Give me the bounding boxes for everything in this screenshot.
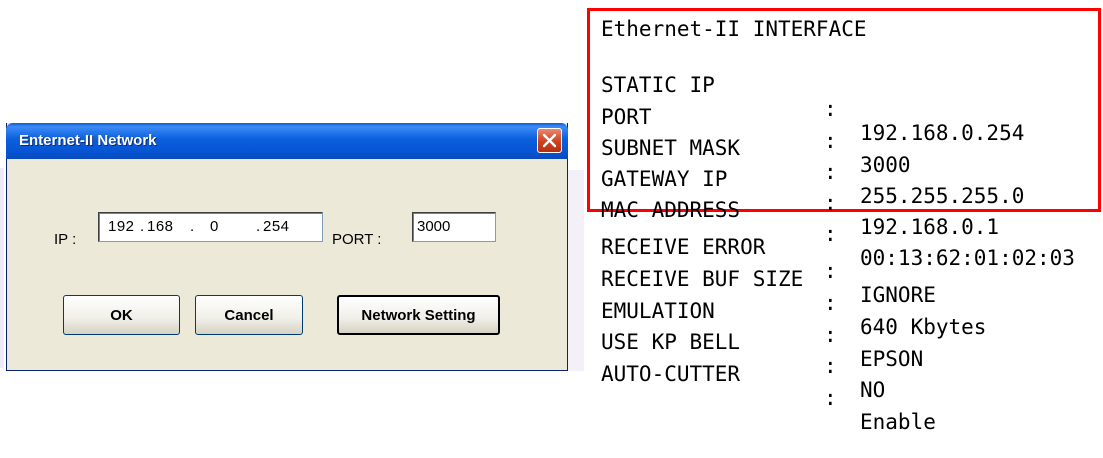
dialog-title: Enternet-II Network [19,132,157,149]
printout-sep: : [824,129,837,153]
printout-sep: : [824,386,837,410]
printout-sep: : [824,222,837,246]
printout-row: AUTO-CUTTER : Enable [601,338,936,458]
printout-value: 3000 [860,153,911,177]
port-value[interactable]: 3000 [417,218,450,235]
background-strip [0,168,4,368]
printout-value: 640 Kbytes [860,315,987,339]
ip-label: IP : [54,231,77,248]
close-button[interactable] [537,128,562,153]
printout-value: 00:13:62:01:02:03 [860,246,1075,270]
cancel-button[interactable]: Cancel [195,295,303,335]
printout-sep: : [824,291,837,315]
printout-panel: Ethernet-II INTERFACE STATIC IP : 192.16… [587,0,1103,434]
printout-key: AUTO-CUTTER [601,362,741,386]
ok-button[interactable]: OK [63,295,180,335]
ip-separator: . [140,218,145,235]
port-label: PORT : [332,231,382,248]
printout-header: Ethernet-II INTERFACE [601,17,867,41]
printout-value: EPSON [860,347,924,371]
printout-sep: : [824,160,837,184]
dialog-titlebar[interactable]: Enternet-II Network [6,123,568,159]
network-dialog: Enternet-II Network IP : 192 . 168 . 0 .… [6,123,568,371]
printout-sep: : [824,97,837,121]
background-strip [568,170,584,371]
ip-separator: . [256,218,261,235]
ip-octet-4[interactable]: 254 [263,218,290,235]
printout-value: Enable [860,410,936,434]
printout-sep: : [824,191,837,215]
ip-octet-2[interactable]: 168 [147,218,174,235]
port-input[interactable]: 3000 [412,212,496,242]
ip-octet-3[interactable]: 0 [210,218,219,235]
printout-sep: : [824,323,837,347]
printout-value: NO [860,378,886,402]
ip-octet-1[interactable]: 192 [108,218,135,235]
close-icon [542,133,557,148]
printout-value: 255.255.255.0 [860,184,1025,208]
ip-separator: . [190,218,195,235]
network-setting-button[interactable]: Network Setting [337,295,500,335]
printout-sep: : [824,259,837,283]
printout-sep: : [824,354,837,378]
ip-address-input[interactable]: 192 . 168 . 0 . 254 [98,212,323,242]
printout-value: 192.168.0.254 [860,121,1025,145]
printout-value: IGNORE [860,283,936,307]
printout-value: 192.168.0.1 [860,215,1000,239]
